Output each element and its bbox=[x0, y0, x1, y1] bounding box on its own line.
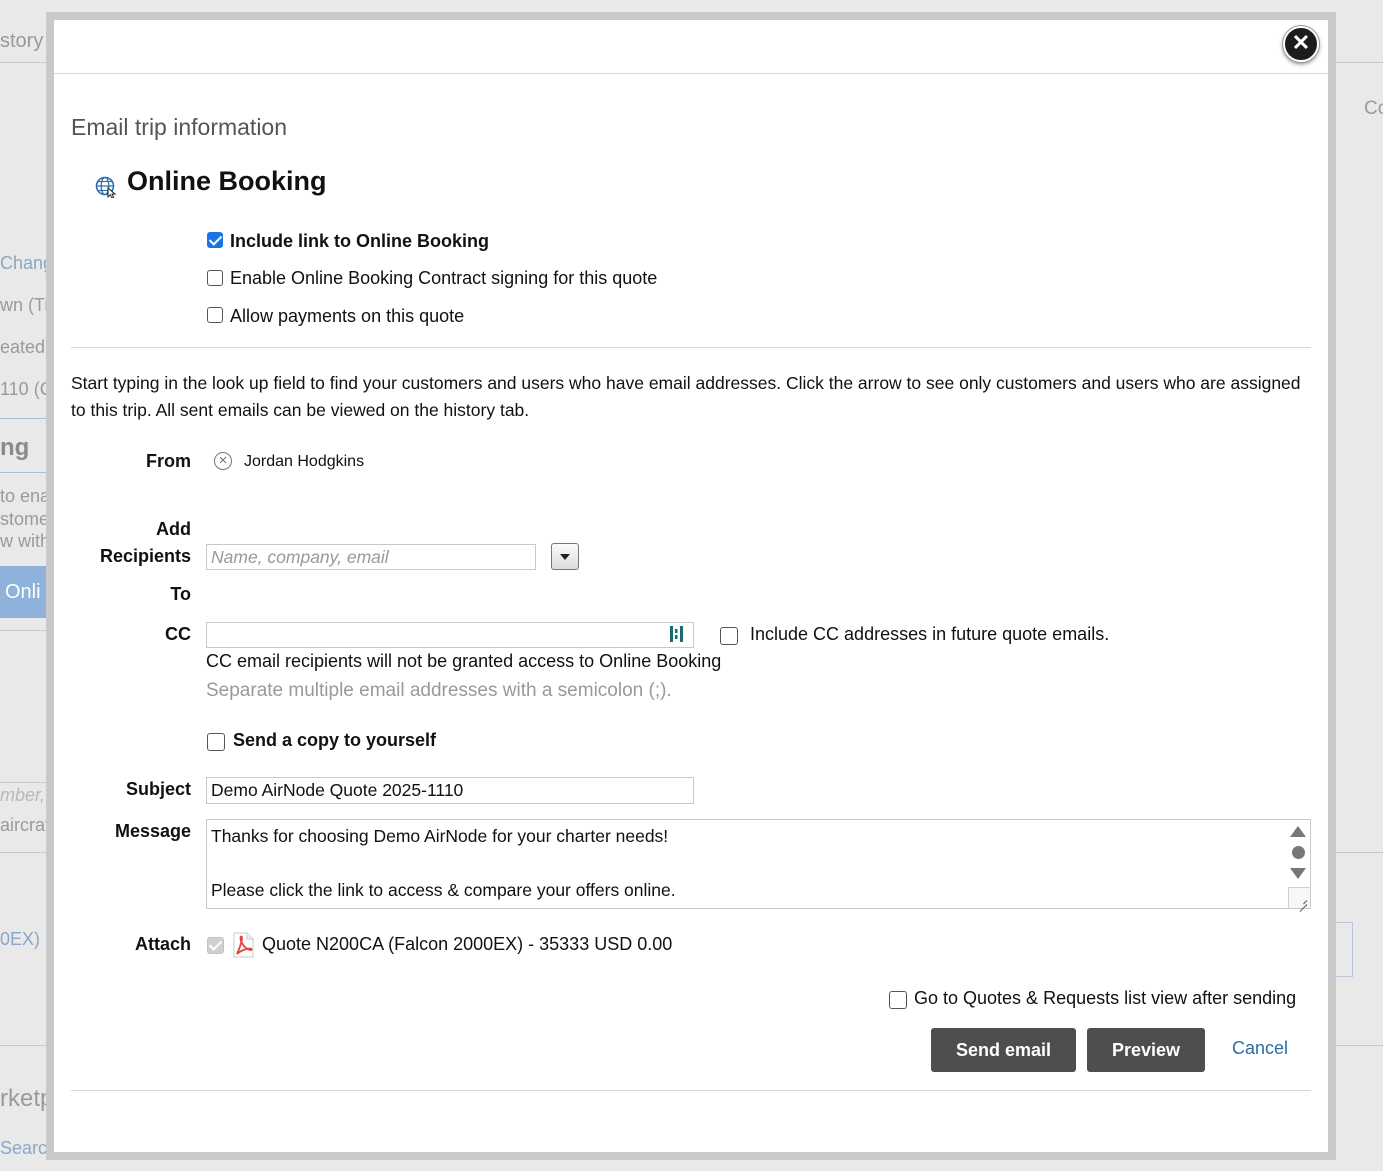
globe-icon bbox=[95, 176, 117, 198]
recipients-lookup-input[interactable] bbox=[206, 544, 536, 570]
add-recipients-label-1: Add bbox=[156, 519, 191, 539]
close-icon[interactable]: ✕ bbox=[1283, 26, 1319, 62]
attach-label: Attach bbox=[134, 934, 191, 954]
section-title: Online Booking bbox=[127, 166, 327, 196]
pdf-icon bbox=[233, 932, 254, 958]
resize-grip-icon[interactable] bbox=[1288, 887, 1310, 908]
add-recipients-label-2: Recipients bbox=[99, 546, 191, 566]
allow-payments-label: Allow payments on this quote bbox=[230, 306, 465, 326]
enable-contract-label: Enable Online Booking Contract signing f… bbox=[230, 268, 658, 288]
go-to-list-checkbox[interactable] bbox=[889, 991, 907, 1009]
include-link-label: Include link to Online Booking bbox=[230, 231, 490, 251]
footer-divider bbox=[71, 1090, 1311, 1091]
enable-contract-checkbox[interactable] bbox=[207, 270, 223, 286]
copy-link: Co bbox=[1364, 98, 1383, 119]
scroll-up-arrow-icon[interactable] bbox=[1290, 826, 1306, 837]
scrollbar-thumb[interactable] bbox=[1292, 846, 1305, 859]
preview-button[interactable]: Preview bbox=[1087, 1028, 1205, 1072]
attach-checkbox bbox=[207, 937, 224, 954]
subject-input[interactable] bbox=[206, 777, 694, 804]
send-email-button[interactable]: Send email bbox=[931, 1028, 1076, 1072]
message-line: Thanks for choosing Demo AirNode for you… bbox=[211, 826, 669, 846]
scroll-down-arrow-icon[interactable] bbox=[1290, 868, 1306, 879]
send-copy-label: Send a copy to yourself bbox=[233, 730, 437, 750]
message-label: Message bbox=[114, 821, 191, 841]
dialog-header-divider bbox=[54, 73, 1328, 74]
message-line: Please click the link to access & compar… bbox=[211, 880, 676, 900]
section-divider bbox=[71, 347, 1311, 348]
from-label: From bbox=[146, 451, 191, 471]
send-copy-checkbox[interactable] bbox=[207, 733, 225, 751]
subject-label: Subject bbox=[125, 779, 191, 799]
cc-note: CC email recipients will not be granted … bbox=[206, 651, 722, 671]
assigned-recipients-dropdown[interactable] bbox=[551, 543, 579, 570]
go-to-list-label: Go to Quotes & Requests list view after … bbox=[914, 988, 1297, 1008]
cc-input[interactable] bbox=[206, 622, 694, 648]
include-cc-future-label: Include CC addresses in future quote ema… bbox=[750, 624, 1110, 644]
allow-payments-checkbox[interactable] bbox=[207, 307, 223, 323]
history-tab: story bbox=[0, 30, 44, 52]
cc-hint: Separate multiple email addresses with a… bbox=[206, 680, 672, 701]
to-label: To bbox=[170, 584, 191, 604]
attachment-name: Quote N200CA (Falcon 2000EX) - 35333 USD… bbox=[262, 934, 673, 954]
cancel-link[interactable]: Cancel bbox=[1232, 1038, 1288, 1059]
from-value: Jordan Hodgkins bbox=[244, 453, 365, 470]
remove-sender-icon[interactable]: × bbox=[214, 452, 232, 470]
message-line bbox=[211, 850, 1306, 877]
include-link-checkbox[interactable] bbox=[207, 232, 223, 248]
include-cc-future-checkbox[interactable] bbox=[720, 627, 738, 645]
intro-text: Start typing in the look up field to fin… bbox=[71, 373, 1301, 420]
password-manager-icon[interactable] bbox=[669, 624, 685, 644]
dialog-title: Email trip information bbox=[71, 114, 288, 140]
cc-label: CC bbox=[165, 624, 191, 644]
message-textarea[interactable]: Thanks for choosing Demo AirNode for you… bbox=[206, 819, 1311, 909]
online-booking-button: Onli bbox=[0, 566, 46, 618]
